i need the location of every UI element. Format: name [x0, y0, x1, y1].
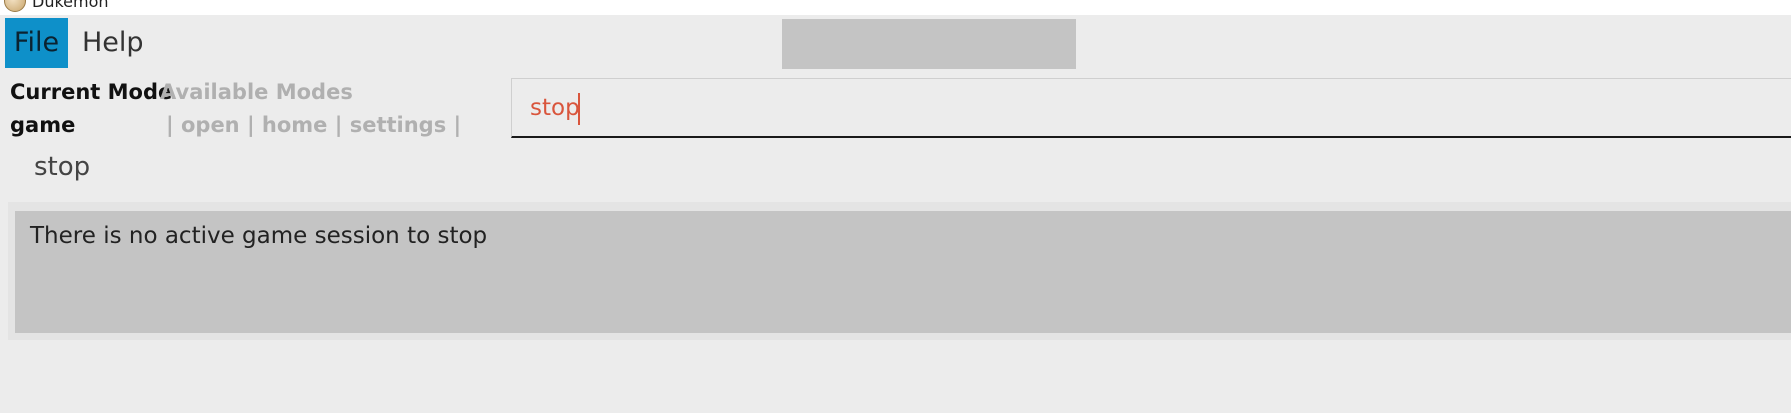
result-display: There is no active game session to stop	[15, 211, 1791, 333]
menu-file[interactable]: File	[5, 18, 68, 68]
command-input[interactable]	[530, 89, 1730, 127]
menu-help[interactable]: Help	[72, 18, 152, 68]
current-mode-heading: Current Mode	[10, 80, 173, 104]
current-mode-value: game	[10, 113, 76, 137]
title-bar: Dukemon	[0, 0, 1791, 15]
menu-placeholder-block	[782, 19, 1076, 69]
command-box[interactable]	[511, 78, 1791, 138]
app-logo-icon	[4, 0, 26, 12]
mode-panel: Current Mode Available Modes game | open…	[0, 72, 510, 152]
available-modes-list: | open | home | settings |	[166, 113, 462, 137]
window-title: Dukemon	[32, 0, 109, 11]
command-echo: stop	[34, 152, 91, 182]
menu-bar: File Help	[0, 15, 1791, 70]
result-message: There is no active game session to stop	[30, 223, 488, 249]
available-modes-heading: Available Modes	[160, 80, 353, 104]
text-caret	[578, 93, 580, 125]
